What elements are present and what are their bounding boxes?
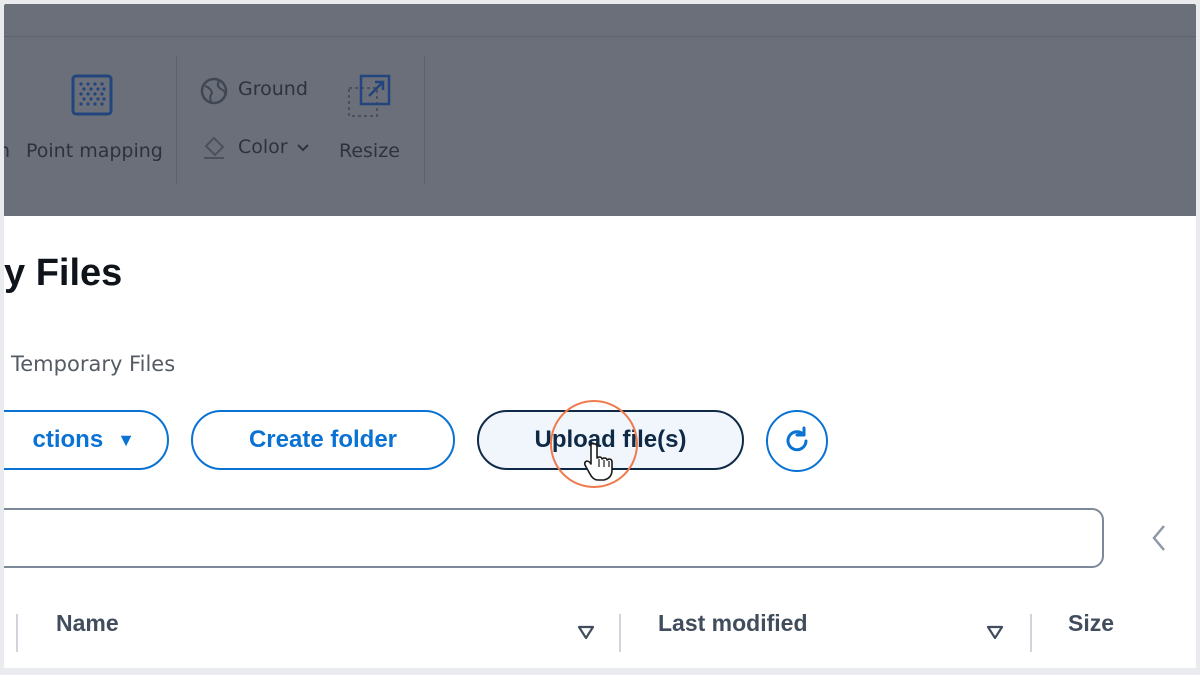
paint-bucket-icon[interactable] xyxy=(201,134,227,162)
refresh-button[interactable] xyxy=(766,410,828,472)
breadcrumb[interactable]: Temporary Files xyxy=(11,352,175,376)
ribbon-separator xyxy=(176,56,177,184)
ribbon-separator xyxy=(424,56,425,184)
refresh-icon xyxy=(786,426,808,452)
globe-icon[interactable] xyxy=(199,76,229,106)
actions-dropdown-button[interactable]: ctions ▼ xyxy=(4,410,169,470)
column-separator xyxy=(1030,614,1032,652)
actions-button-label: ctions xyxy=(32,426,104,453)
create-folder-button[interactable]: Create folder xyxy=(191,410,455,470)
sort-icon[interactable] xyxy=(986,624,1004,640)
chevron-down-icon[interactable] xyxy=(296,143,310,153)
page-title: y Files xyxy=(4,252,123,294)
column-header-last-modified[interactable]: Last modified xyxy=(658,610,808,637)
resize-label[interactable]: Resize xyxy=(339,140,400,162)
app-window: n Point mapping Ground Color Resize y Fi… xyxy=(4,4,1196,668)
point-mapping-icon[interactable] xyxy=(71,74,113,116)
caret-down-icon: ▼ xyxy=(117,429,135,450)
hand-cursor-icon xyxy=(584,442,613,481)
point-mapping-label[interactable]: Point mapping xyxy=(26,140,163,162)
search-input[interactable] xyxy=(4,508,1104,568)
ribbon-toolbar: n Point mapping Ground Color Resize xyxy=(4,4,1196,216)
column-separator xyxy=(16,614,18,652)
chevron-left-icon xyxy=(1152,525,1165,551)
ribbon-cut-label[interactable]: n xyxy=(4,140,10,162)
column-header-size[interactable]: Size xyxy=(1068,610,1114,637)
column-header-name[interactable]: Name xyxy=(56,610,119,637)
color-label[interactable]: Color xyxy=(238,136,288,158)
column-separator xyxy=(619,614,621,652)
previous-page-button[interactable] xyxy=(1144,520,1174,556)
ground-label[interactable]: Ground xyxy=(238,78,308,100)
ribbon-divider xyxy=(4,36,1196,37)
sort-icon[interactable] xyxy=(577,624,595,640)
resize-icon[interactable] xyxy=(345,72,393,120)
